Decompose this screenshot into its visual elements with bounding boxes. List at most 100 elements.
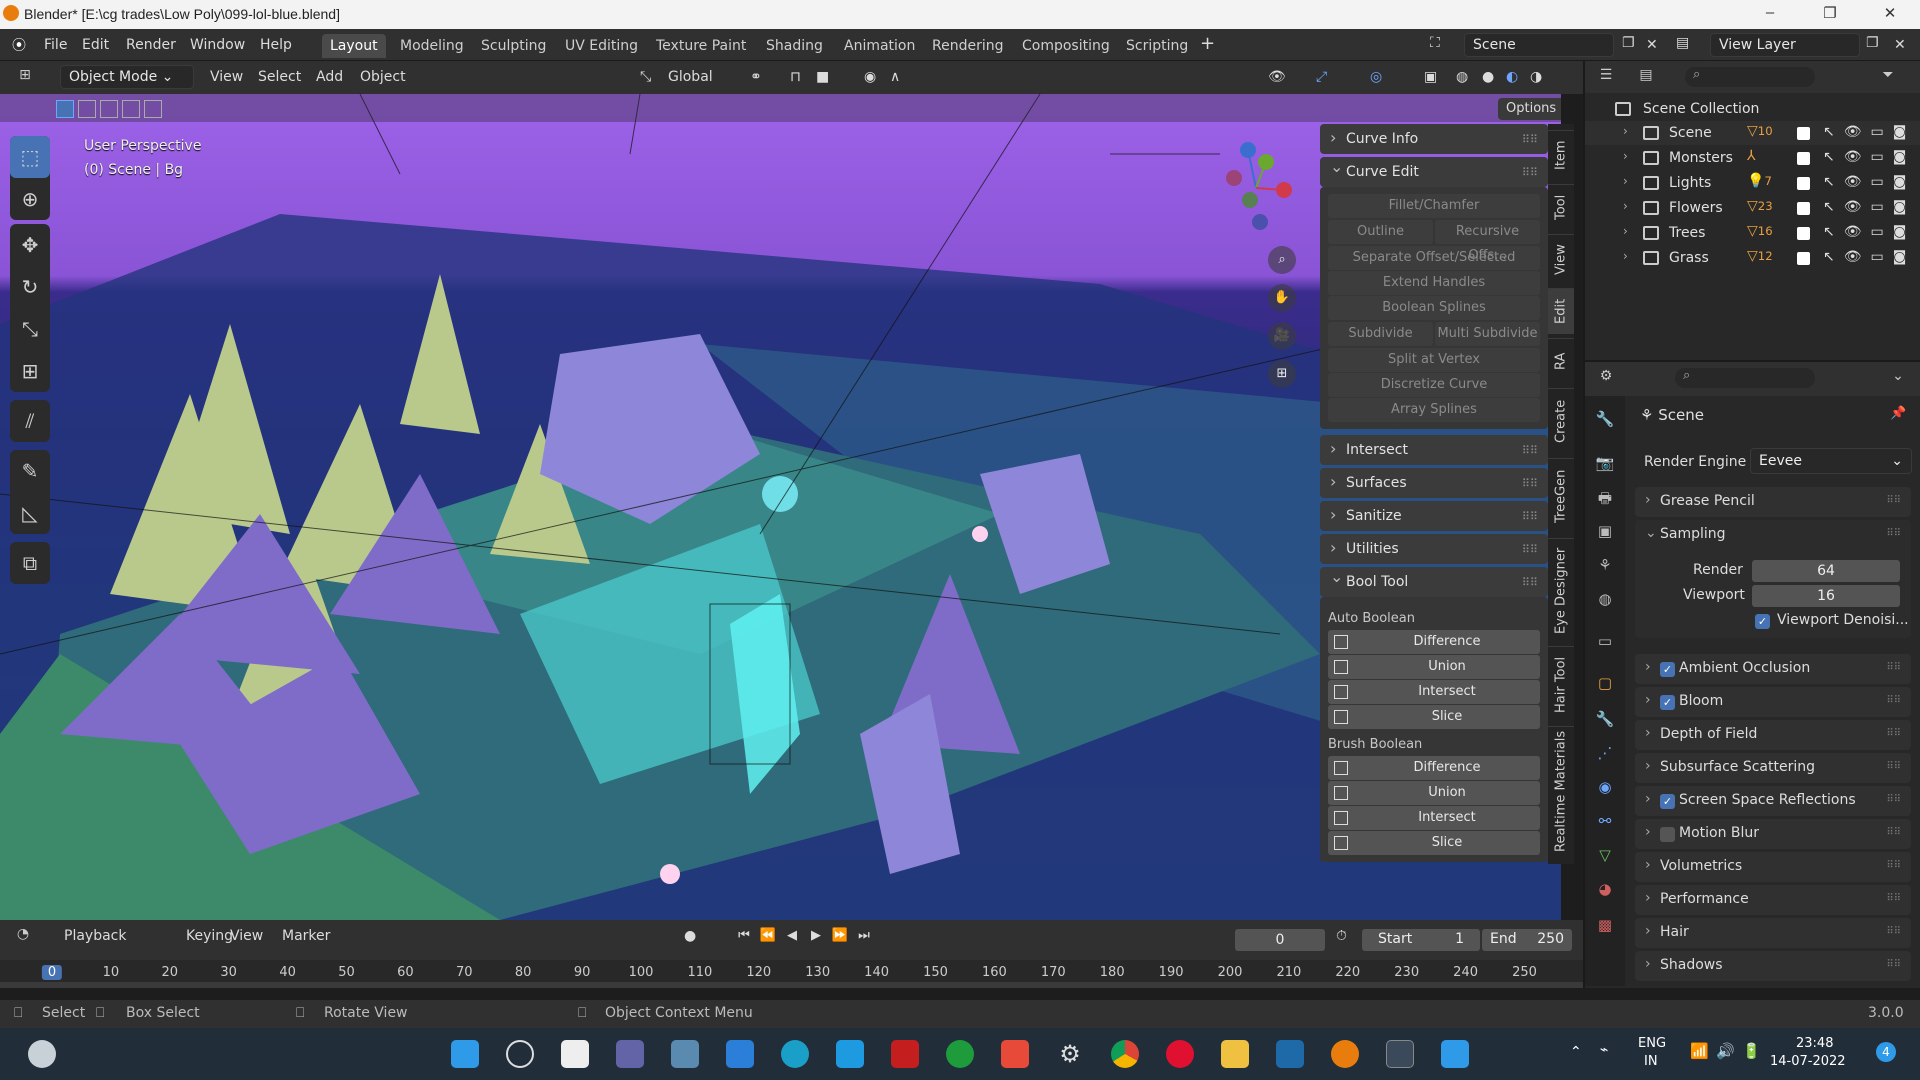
tray-chevron-icon[interactable]: ⌃: [1570, 1044, 1582, 1060]
play-icon[interactable]: ▶: [806, 928, 826, 943]
properties-editor-icon[interactable]: ⚙: [1595, 368, 1617, 388]
auto-union-button[interactable]: Union: [1328, 655, 1540, 679]
panel-hair[interactable]: › Hair ⠿⠿: [1635, 918, 1911, 948]
tab-realtime-materials[interactable]: Realtime Materials: [1548, 726, 1574, 856]
outliner-item[interactable]: › Lights 💡7 ↖👁▭◙: [1585, 171, 1920, 195]
drag-grip-icon[interactable]: ⠿⠿: [1886, 761, 1901, 772]
select-mode-buttons[interactable]: [56, 100, 162, 118]
panel-performance[interactable]: › Performance ⠿⠿: [1635, 885, 1911, 915]
include-checkbox[interactable]: [1797, 152, 1810, 165]
file-explorer-icon[interactable]: [1221, 1040, 1249, 1068]
menu-object[interactable]: Object: [360, 69, 406, 85]
include-checkbox[interactable]: [1797, 127, 1810, 140]
render-samples-field[interactable]: 64: [1752, 560, 1900, 582]
scale-tool-icon[interactable]: ⤡: [10, 308, 50, 350]
tab-compositing[interactable]: Compositing: [1022, 34, 1110, 58]
enable-checkbox[interactable]: [1660, 827, 1675, 842]
start-icon[interactable]: [451, 1040, 479, 1068]
menu-select[interactable]: Select: [258, 69, 301, 85]
menu-render[interactable]: Render: [126, 37, 176, 53]
outliner-root[interactable]: Scene Collection: [1585, 97, 1920, 121]
auto-slice-button[interactable]: Slice: [1328, 705, 1540, 729]
include-checkbox[interactable]: [1797, 202, 1810, 215]
brush-union-button[interactable]: Union: [1328, 781, 1540, 805]
tool-tab-icon[interactable]: 🔧: [1595, 410, 1615, 430]
zoom-icon[interactable]: ⌕: [1268, 246, 1296, 274]
language-region[interactable]: IN: [1644, 1054, 1658, 1069]
include-checkbox[interactable]: [1797, 227, 1810, 240]
expand-icon[interactable]: ›: [1623, 124, 1628, 138]
particles-tab-icon[interactable]: ⋰: [1595, 744, 1615, 764]
menu-file[interactable]: File: [44, 37, 67, 53]
prev-key-icon[interactable]: ⏪: [758, 928, 778, 943]
drag-grip-icon[interactable]: ⠿⠿: [1522, 444, 1538, 457]
xray-icon[interactable]: ▣: [1424, 69, 1437, 85]
subdivide-button[interactable]: Subdivide: [1328, 322, 1433, 346]
tray-network-icon[interactable]: ⌁: [1600, 1042, 1608, 1058]
timeline-view-menu[interactable]: View: [230, 928, 263, 944]
select-intersect-icon[interactable]: [144, 100, 162, 118]
recursive-offset-button[interactable]: Recursive Offs...: [1435, 220, 1540, 263]
tab-hair-tool[interactable]: Hair Tool: [1548, 646, 1574, 722]
pan-hand-icon[interactable]: ✋: [1268, 284, 1296, 312]
drag-grip-icon[interactable]: ⠿⠿: [1886, 893, 1901, 904]
gizmo-icon[interactable]: ⤢: [1316, 69, 1327, 85]
boolean-splines-button[interactable]: Boolean Splines: [1328, 296, 1540, 320]
tab-create[interactable]: Create: [1548, 388, 1574, 454]
enable-checkbox[interactable]: ✓: [1660, 695, 1675, 710]
drag-grip-icon[interactable]: ⠿⠿: [1522, 510, 1538, 523]
scene-new-icon[interactable]: ❐: [1622, 35, 1635, 51]
render-tab-icon[interactable]: 📷: [1595, 454, 1615, 474]
panel-subsurface-scattering[interactable]: › Subsurface Scattering ⠿⠿: [1635, 753, 1911, 783]
drag-grip-icon[interactable]: ⠿⠿: [1886, 794, 1901, 805]
drag-grip-icon[interactable]: ⠿⠿: [1886, 528, 1901, 539]
menu-view[interactable]: View: [210, 69, 243, 85]
viewlayer-delete-icon[interactable]: ✕: [1894, 37, 1906, 53]
tab-tool[interactable]: Tool: [1548, 184, 1574, 230]
minimize-button[interactable]: –: [1750, 4, 1790, 24]
visibility-icon[interactable]: 👁: [1268, 69, 1286, 85]
menu-help[interactable]: Help: [260, 37, 292, 53]
material-shading-icon[interactable]: ◐: [1506, 69, 1518, 85]
constraints-tab-icon[interactable]: ⚯: [1595, 812, 1615, 832]
outliner-item[interactable]: › Flowers ▽23 ↖👁▭◙: [1585, 196, 1920, 220]
l-app-icon[interactable]: [836, 1040, 864, 1068]
restriction-icons[interactable]: ↖👁▭◙: [1823, 149, 1915, 165]
drag-grip-icon[interactable]: ⠿⠿: [1886, 860, 1901, 871]
restriction-icons[interactable]: ↖👁▭◙: [1823, 224, 1915, 240]
select-subtract-icon[interactable]: [100, 100, 118, 118]
task-view-icon[interactable]: [561, 1040, 589, 1068]
add-workspace-icon[interactable]: +: [1200, 33, 1215, 54]
drag-grip-icon[interactable]: ⠿⠿: [1522, 133, 1538, 146]
blender-icon[interactable]: [1331, 1040, 1359, 1068]
panel-bool-tool[interactable]: Bool Tool ⠿⠿: [1320, 567, 1548, 597]
navigation-gizmo[interactable]: [1206, 142, 1306, 232]
select-new-icon[interactable]: [56, 100, 74, 118]
restriction-icons[interactable]: ↖👁▭◙: [1823, 124, 1915, 140]
cursor-tool-icon[interactable]: ⊕: [10, 178, 50, 220]
wireframe-shading-icon[interactable]: ◍: [1456, 69, 1468, 85]
marker-menu[interactable]: Marker: [282, 928, 330, 944]
viewlayer-new-icon[interactable]: ❐: [1866, 35, 1879, 51]
panel-depth-of-field[interactable]: › Depth of Field ⠿⠿: [1635, 720, 1911, 750]
tab-ra[interactable]: RA: [1548, 338, 1574, 384]
start-frame-field[interactable]: Start 1: [1362, 929, 1480, 951]
chat-icon[interactable]: [616, 1040, 644, 1068]
overlay-icon[interactable]: ◎: [1370, 69, 1382, 85]
outliner-item[interactable]: › Trees ▽16 ↖👁▭◙: [1585, 221, 1920, 245]
viewlayer-browse-icon[interactable]: ▤: [1676, 35, 1689, 51]
tab-item[interactable]: Item: [1548, 130, 1574, 180]
clock-date[interactable]: 14-07-2022: [1770, 1054, 1846, 1069]
tab-texture-paint[interactable]: Texture Paint: [656, 34, 746, 58]
weather-icon[interactable]: [28, 1040, 56, 1068]
enable-checkbox[interactable]: ✓: [1660, 662, 1675, 677]
material-tab-icon[interactable]: ◕: [1595, 880, 1615, 900]
blender-window-icon[interactable]: [1386, 1040, 1414, 1068]
panel-curve-edit[interactable]: Curve Edit ⠿⠿: [1320, 157, 1548, 187]
drag-grip-icon[interactable]: ⠿⠿: [1522, 576, 1538, 589]
orientation-icon[interactable]: ⤡: [640, 69, 651, 85]
outliner-item[interactable]: › Grass ▽12 ↖👁▭◙: [1585, 246, 1920, 270]
panel-utilities[interactable]: Utilities ⠿⠿: [1320, 534, 1548, 564]
current-frame-field[interactable]: 0: [1235, 929, 1325, 951]
drag-grip-icon[interactable]: ⠿⠿: [1886, 662, 1901, 673]
